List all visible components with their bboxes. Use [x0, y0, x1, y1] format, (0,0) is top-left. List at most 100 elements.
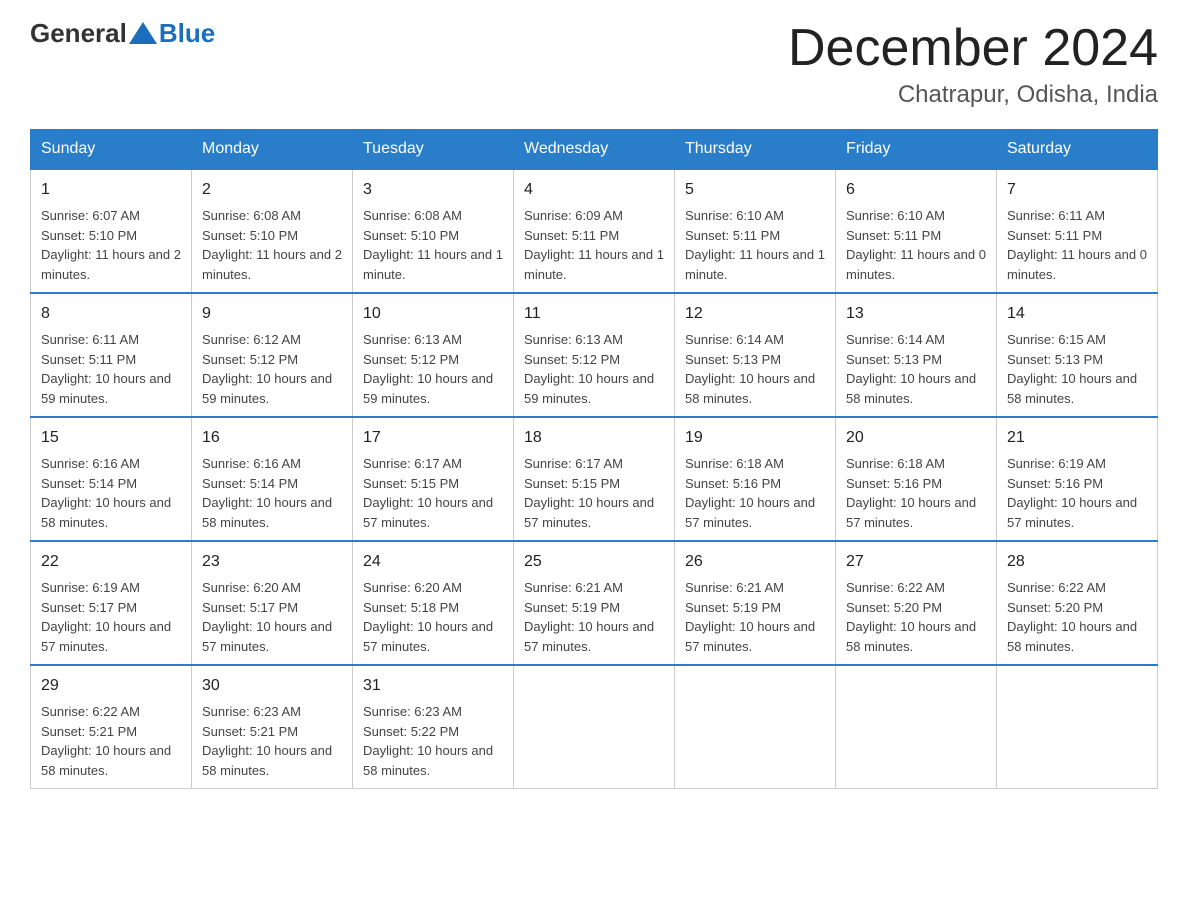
header-wednesday: Wednesday: [514, 130, 675, 170]
calendar-week-5: 29 Sunrise: 6:22 AMSunset: 5:21 PMDayligh…: [31, 665, 1158, 789]
day-number: 9: [202, 302, 342, 326]
logo-triangle-icon: [129, 22, 157, 44]
calendar-cell: 1Sunrise: 6:07 AMSunset: 5:10 PMDaylight…: [31, 169, 192, 293]
calendar-cell: 23 Sunrise: 6:20 AMSunset: 5:17 PMDayligh…: [192, 541, 353, 665]
day-info: Sunrise: 6:19 AMSunset: 5:17 PMDaylight:…: [41, 578, 181, 656]
calendar-cell: [836, 665, 997, 789]
calendar-header: SundayMondayTuesdayWednesdayThursdayFrid…: [31, 130, 1158, 170]
calendar-week-2: 8 Sunrise: 6:11 AMSunset: 5:11 PMDaylight…: [31, 293, 1158, 417]
day-info: Sunrise: 6:14 AMSunset: 5:13 PMDaylight:…: [685, 330, 825, 408]
day-info: Sunrise: 6:20 AMSunset: 5:18 PMDaylight:…: [363, 578, 503, 656]
day-info: Sunrise: 6:09 AMSunset: 5:11 PMDaylight:…: [524, 206, 664, 284]
day-info: Sunrise: 6:21 AMSunset: 5:19 PMDaylight:…: [524, 578, 664, 656]
calendar-cell: 17 Sunrise: 6:17 AMSunset: 5:15 PMDayligh…: [353, 417, 514, 541]
day-number: 27: [846, 550, 986, 574]
month-title: December 2024: [788, 20, 1158, 77]
day-info: Sunrise: 6:14 AMSunset: 5:13 PMDaylight:…: [846, 330, 986, 408]
day-number: 11: [524, 302, 664, 326]
day-info: Sunrise: 6:22 AMSunset: 5:21 PMDaylight:…: [41, 702, 181, 780]
header-thursday: Thursday: [675, 130, 836, 170]
calendar-cell: 20 Sunrise: 6:18 AMSunset: 5:16 PMDayligh…: [836, 417, 997, 541]
day-number: 20: [846, 426, 986, 450]
calendar-cell: 6Sunrise: 6:10 AMSunset: 5:11 PMDaylight…: [836, 169, 997, 293]
day-number: 23: [202, 550, 342, 574]
calendar-cell: 10 Sunrise: 6:13 AMSunset: 5:12 PMDayligh…: [353, 293, 514, 417]
day-number: 17: [363, 426, 503, 450]
day-number: 28: [1007, 550, 1147, 574]
day-info: Sunrise: 6:12 AMSunset: 5:12 PMDaylight:…: [202, 330, 342, 408]
day-number: 7: [1007, 178, 1147, 202]
calendar-table: SundayMondayTuesdayWednesdayThursdayFrid…: [30, 129, 1158, 789]
day-info: Sunrise: 6:23 AMSunset: 5:21 PMDaylight:…: [202, 702, 342, 780]
logo: General Blue: [30, 20, 215, 46]
calendar-cell: 19Sunrise: 6:18 AMSunset: 5:16 PMDayligh…: [675, 417, 836, 541]
day-number: 3: [363, 178, 503, 202]
day-info: Sunrise: 6:08 AMSunset: 5:10 PMDaylight:…: [363, 206, 503, 284]
day-info: Sunrise: 6:17 AMSunset: 5:15 PMDaylight:…: [524, 454, 664, 532]
day-info: Sunrise: 6:21 AMSunset: 5:19 PMDaylight:…: [685, 578, 825, 656]
calendar-cell: [514, 665, 675, 789]
day-info: Sunrise: 6:11 AMSunset: 5:11 PMDaylight:…: [41, 330, 181, 408]
day-info: Sunrise: 6:16 AMSunset: 5:14 PMDaylight:…: [202, 454, 342, 532]
page-header: General Blue December 2024 Chatrapur, Od…: [30, 20, 1158, 109]
calendar-cell: 3 Sunrise: 6:08 AMSunset: 5:10 PMDaylight…: [353, 169, 514, 293]
calendar-cell: 29 Sunrise: 6:22 AMSunset: 5:21 PMDayligh…: [31, 665, 192, 789]
calendar-cell: 11Sunrise: 6:13 AMSunset: 5:12 PMDayligh…: [514, 293, 675, 417]
day-number: 4: [524, 178, 664, 202]
logo-general-text: General: [30, 20, 127, 46]
day-number: 16: [202, 426, 342, 450]
calendar-cell: 7 Sunrise: 6:11 AMSunset: 5:11 PMDaylight…: [997, 169, 1158, 293]
day-number: 30: [202, 674, 342, 698]
day-info: Sunrise: 6:11 AMSunset: 5:11 PMDaylight:…: [1007, 206, 1147, 284]
day-info: Sunrise: 6:17 AMSunset: 5:15 PMDaylight:…: [363, 454, 503, 532]
calendar-cell: 9 Sunrise: 6:12 AMSunset: 5:12 PMDaylight…: [192, 293, 353, 417]
calendar-body: 1Sunrise: 6:07 AMSunset: 5:10 PMDaylight…: [31, 169, 1158, 789]
calendar-cell: 21 Sunrise: 6:19 AMSunset: 5:16 PMDayligh…: [997, 417, 1158, 541]
day-info: Sunrise: 6:15 AMSunset: 5:13 PMDaylight:…: [1007, 330, 1147, 408]
calendar-cell: 18Sunrise: 6:17 AMSunset: 5:15 PMDayligh…: [514, 417, 675, 541]
day-number: 12: [685, 302, 825, 326]
day-info: Sunrise: 6:23 AMSunset: 5:22 PMDaylight:…: [363, 702, 503, 780]
calendar-cell: 5Sunrise: 6:10 AMSunset: 5:11 PMDaylight…: [675, 169, 836, 293]
day-number: 8: [41, 302, 181, 326]
day-info: Sunrise: 6:19 AMSunset: 5:16 PMDaylight:…: [1007, 454, 1147, 532]
day-info: Sunrise: 6:08 AMSunset: 5:10 PMDaylight:…: [202, 206, 342, 284]
day-number: 31: [363, 674, 503, 698]
day-info: Sunrise: 6:20 AMSunset: 5:17 PMDaylight:…: [202, 578, 342, 656]
day-info: Sunrise: 6:18 AMSunset: 5:16 PMDaylight:…: [685, 454, 825, 532]
header-friday: Friday: [836, 130, 997, 170]
header-tuesday: Tuesday: [353, 130, 514, 170]
calendar-cell: 24Sunrise: 6:20 AMSunset: 5:18 PMDayligh…: [353, 541, 514, 665]
calendar-cell: 2 Sunrise: 6:08 AMSunset: 5:10 PMDaylight…: [192, 169, 353, 293]
calendar-cell: 12 Sunrise: 6:14 AMSunset: 5:13 PMDayligh…: [675, 293, 836, 417]
day-number: 25: [524, 550, 664, 574]
day-number: 13: [846, 302, 986, 326]
calendar-cell: 15Sunrise: 6:16 AMSunset: 5:14 PMDayligh…: [31, 417, 192, 541]
calendar-cell: 25 Sunrise: 6:21 AMSunset: 5:19 PMDayligh…: [514, 541, 675, 665]
day-info: Sunrise: 6:16 AMSunset: 5:14 PMDaylight:…: [41, 454, 181, 532]
day-info: Sunrise: 6:22 AMSunset: 5:20 PMDaylight:…: [846, 578, 986, 656]
day-number: 2: [202, 178, 342, 202]
logo-blue-text: Blue: [159, 20, 215, 46]
location-title: Chatrapur, Odisha, India: [788, 81, 1158, 109]
calendar-cell: 13 Sunrise: 6:14 AMSunset: 5:13 PMDayligh…: [836, 293, 997, 417]
day-number: 21: [1007, 426, 1147, 450]
calendar-week-4: 22Sunrise: 6:19 AMSunset: 5:17 PMDayligh…: [31, 541, 1158, 665]
day-info: Sunrise: 6:07 AMSunset: 5:10 PMDaylight:…: [41, 206, 181, 284]
calendar-cell: 16 Sunrise: 6:16 AMSunset: 5:14 PMDayligh…: [192, 417, 353, 541]
day-info: Sunrise: 6:10 AMSunset: 5:11 PMDaylight:…: [685, 206, 825, 284]
calendar-cell: 8 Sunrise: 6:11 AMSunset: 5:11 PMDaylight…: [31, 293, 192, 417]
day-info: Sunrise: 6:22 AMSunset: 5:20 PMDaylight:…: [1007, 578, 1147, 656]
header-sunday: Sunday: [31, 130, 192, 170]
day-number: 10: [363, 302, 503, 326]
calendar-week-1: 1Sunrise: 6:07 AMSunset: 5:10 PMDaylight…: [31, 169, 1158, 293]
days-of-week-row: SundayMondayTuesdayWednesdayThursdayFrid…: [31, 130, 1158, 170]
day-info: Sunrise: 6:13 AMSunset: 5:12 PMDaylight:…: [363, 330, 503, 408]
calendar-cell: 4 Sunrise: 6:09 AMSunset: 5:11 PMDaylight…: [514, 169, 675, 293]
day-info: Sunrise: 6:18 AMSunset: 5:16 PMDaylight:…: [846, 454, 986, 532]
day-number: 26: [685, 550, 825, 574]
calendar-week-3: 15Sunrise: 6:16 AMSunset: 5:14 PMDayligh…: [31, 417, 1158, 541]
day-number: 29: [41, 674, 181, 698]
calendar-cell: 28 Sunrise: 6:22 AMSunset: 5:20 PMDayligh…: [997, 541, 1158, 665]
header-saturday: Saturday: [997, 130, 1158, 170]
